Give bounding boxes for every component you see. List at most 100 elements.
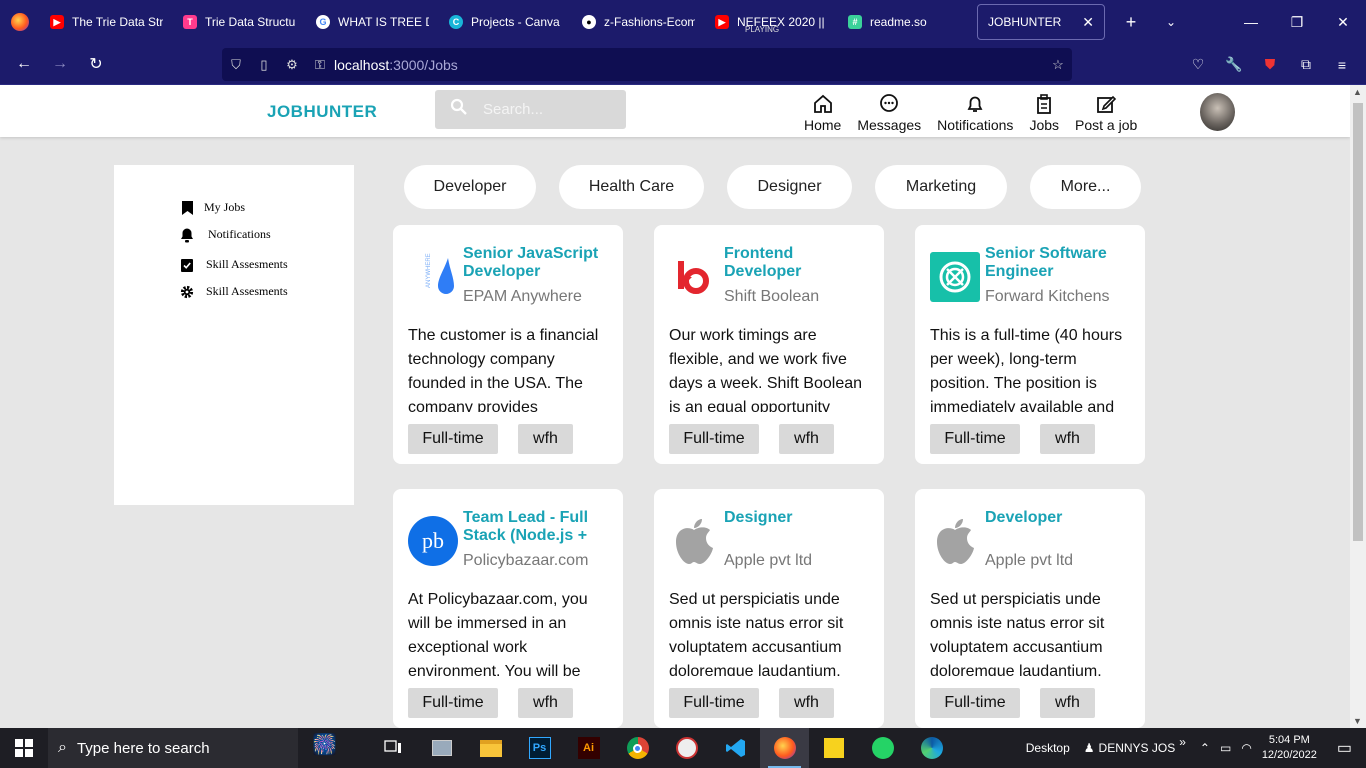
key-icon[interactable]: ⚿: [306, 57, 334, 73]
browser-tab-playing[interactable]: ▶NEFEEX 2020 || ToPLAYING: [705, 0, 838, 44]
scroll-up-icon[interactable]: ▲: [1353, 87, 1362, 97]
sidebar-item-skill-assessments[interactable]: Skill Assesments: [180, 257, 288, 272]
search-input[interactable]: [483, 101, 613, 118]
menu-icon[interactable]: ≡: [1324, 57, 1360, 73]
browser-tab-bar: ▶ The Trie Data Stru T Trie Data Structur …: [0, 0, 1366, 44]
job-card[interactable]: Senior Software Engineer Forward Kitchen…: [915, 225, 1145, 464]
close-tab-icon[interactable]: ✕: [1082, 14, 1094, 31]
scroll-down-icon[interactable]: ▼: [1353, 716, 1362, 726]
category-more[interactable]: More...: [1030, 165, 1141, 209]
shield-icon[interactable]: ⛉: [222, 57, 250, 73]
battery-icon[interactable]: ▭: [1220, 741, 1231, 755]
browser-tab-active[interactable]: JOBHUNTER ✕: [977, 4, 1105, 40]
sidebar-item-settings[interactable]: Skill Assesments: [180, 284, 288, 299]
photoshop-icon[interactable]: Ps: [515, 728, 564, 768]
nav-jobs[interactable]: Jobs: [1021, 91, 1067, 133]
tag-wfh[interactable]: wfh: [779, 424, 834, 454]
bookmark-star-icon[interactable]: ☆: [1044, 57, 1072, 73]
job-card[interactable]: Frontend Developer Shift Boolean Our wor…: [654, 225, 884, 464]
sidebar-item-notifications[interactable]: Notifications: [180, 227, 271, 242]
sticky-notes-icon[interactable]: [809, 728, 858, 768]
job-title[interactable]: Senior Software Engineer: [985, 245, 1135, 281]
tag-full-time[interactable]: Full-time: [930, 688, 1020, 718]
desktop-toolbar[interactable]: Desktop: [1026, 741, 1070, 755]
permissions-icon[interactable]: ⚙: [278, 57, 306, 73]
photos-icon[interactable]: [417, 728, 466, 768]
avatar[interactable]: [1200, 93, 1235, 131]
vivaldi-icon[interactable]: [662, 728, 711, 768]
tag-full-time[interactable]: Full-time: [408, 424, 498, 454]
reload-icon[interactable]: ↻: [78, 54, 114, 74]
task-view-icon[interactable]: [368, 728, 417, 768]
ublock-icon[interactable]: ⛊: [1252, 56, 1288, 73]
back-icon[interactable]: ←: [6, 55, 42, 73]
restore-icon[interactable]: ❐: [1274, 14, 1320, 31]
tag-wfh[interactable]: wfh: [1040, 424, 1095, 454]
user-toolbar[interactable]: DENNYS JOS: [1099, 741, 1176, 755]
chrome-icon[interactable]: [613, 728, 662, 768]
nav-home[interactable]: Home: [796, 91, 849, 133]
job-title[interactable]: Team Lead - Full Stack (Node.js + React.…: [463, 509, 613, 545]
firefox-icon[interactable]: [0, 0, 40, 44]
category-designer[interactable]: Designer: [727, 165, 852, 209]
job-title[interactable]: Frontend Developer: [724, 245, 874, 281]
minimize-icon[interactable]: —: [1228, 14, 1274, 31]
wrench-icon[interactable]: 🔧: [1216, 56, 1252, 73]
category-health-care[interactable]: Health Care: [559, 165, 704, 209]
job-title[interactable]: Senior JavaScript Developer: [463, 245, 613, 281]
job-card[interactable]: ANYWHERE Senior JavaScript Developer EPA…: [393, 225, 623, 464]
job-card[interactable]: pb Team Lead - Full Stack (Node.js + Rea…: [393, 489, 623, 728]
search-icon: [435, 98, 483, 121]
nav-post-job[interactable]: Post a job: [1067, 91, 1145, 133]
browser-tab[interactable]: C Projects - Canva: [439, 0, 572, 44]
browser-tab[interactable]: ● z-Fashions-Ecom: [572, 0, 705, 44]
category-marketing[interactable]: Marketing: [875, 165, 1007, 209]
page-scrollbar[interactable]: ▲ ▼: [1350, 85, 1366, 728]
scrollbar-thumb[interactable]: [1353, 103, 1363, 541]
forward-icon[interactable]: →: [42, 55, 78, 73]
tag-full-time[interactable]: Full-time: [669, 688, 759, 718]
browser-tab[interactable]: ▶ The Trie Data Stru: [40, 0, 173, 44]
tag-wfh[interactable]: wfh: [1040, 688, 1095, 718]
toolbar-overflow-icon[interactable]: »: [1179, 735, 1186, 749]
vscode-icon[interactable]: [711, 728, 760, 768]
tag-wfh[interactable]: wfh: [518, 688, 573, 718]
tab-list-chevron-icon[interactable]: ⌄: [1151, 15, 1191, 29]
job-title[interactable]: Developer: [985, 509, 1135, 545]
nav-notifications[interactable]: Notifications: [929, 91, 1021, 133]
window-close-icon[interactable]: ✕: [1320, 14, 1366, 31]
tag-full-time[interactable]: Full-time: [930, 424, 1020, 454]
new-tab-icon[interactable]: +: [1111, 12, 1151, 33]
illustrator-icon[interactable]: Ai: [564, 728, 613, 768]
sidebar-item-my-jobs[interactable]: My Jobs: [180, 200, 245, 215]
search-box[interactable]: [435, 90, 626, 129]
job-card[interactable]: Developer Apple pvt ltd Sed ut perspicia…: [915, 489, 1145, 728]
page-icon[interactable]: ▯: [250, 57, 278, 73]
windows-start-icon[interactable]: [0, 739, 48, 757]
job-description: Sed ut perspiciatis unde omnis iste natu…: [669, 591, 844, 676]
tag-full-time[interactable]: Full-time: [669, 424, 759, 454]
tag-full-time[interactable]: Full-time: [408, 688, 498, 718]
browser-tab[interactable]: GWHAT IS TREE DA: [306, 0, 439, 44]
taskbar-search[interactable]: ⌕ Type here to search: [48, 728, 298, 768]
edge-icon[interactable]: [907, 728, 956, 768]
job-title[interactable]: Designer: [724, 509, 874, 545]
pocket-icon[interactable]: ♡: [1180, 56, 1216, 73]
category-developer[interactable]: Developer: [404, 165, 536, 209]
browser-tab[interactable]: # readme.so: [838, 0, 971, 44]
whatsapp-icon[interactable]: [858, 728, 907, 768]
tag-wfh[interactable]: wfh: [518, 424, 573, 454]
file-explorer-icon[interactable]: [466, 728, 515, 768]
job-card[interactable]: Designer Apple pvt ltd Sed ut perspiciat…: [654, 489, 884, 728]
tag-wfh[interactable]: wfh: [779, 688, 834, 718]
clock[interactable]: 5:04 PM 12/20/2022: [1262, 733, 1317, 763]
extensions-icon[interactable]: ⧉: [1288, 56, 1324, 73]
firefox-taskbar-icon[interactable]: [760, 728, 809, 768]
wifi-icon[interactable]: ◠: [1241, 741, 1251, 755]
browser-tab[interactable]: T Trie Data Structur: [173, 0, 306, 44]
tray-chevron-up-icon[interactable]: ⌃: [1200, 741, 1210, 755]
brand-logo[interactable]: JOBHUNTER: [267, 102, 377, 122]
url-bar[interactable]: ⛉ ▯ ⚙ ⚿ localhost:3000/Jobs ☆: [222, 48, 1072, 81]
notification-center-icon[interactable]: ▭: [1337, 738, 1352, 758]
nav-messages[interactable]: Messages: [849, 91, 929, 133]
